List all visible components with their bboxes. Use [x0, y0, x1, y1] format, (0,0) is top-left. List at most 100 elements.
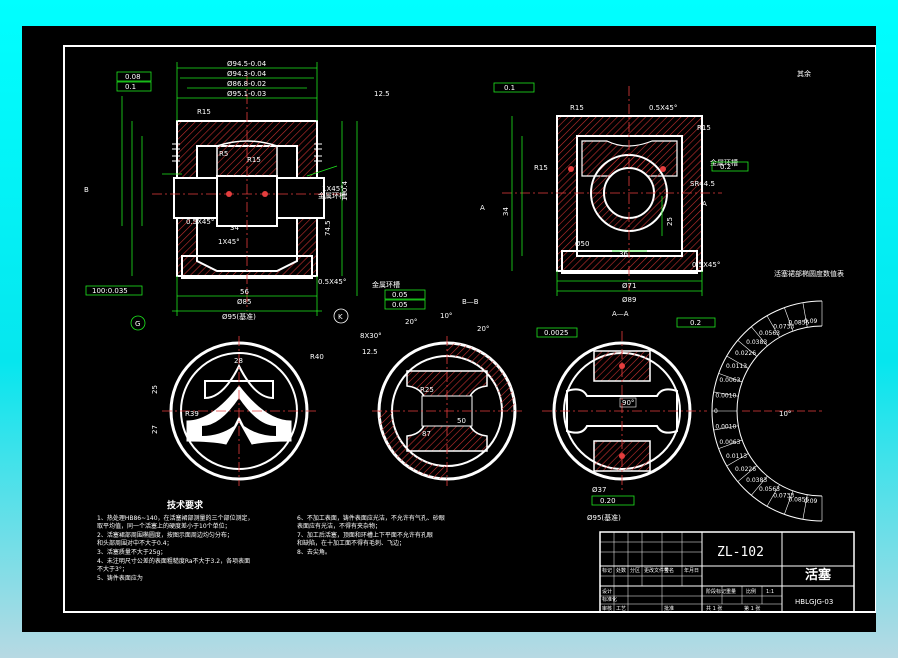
note-7: 不大于3°； [97, 565, 128, 573]
tb-r6: 年月日 [684, 567, 699, 574]
ellipse-scale-label: 0.0226 [735, 350, 756, 357]
dim-r15-side-left: R15 [534, 164, 548, 172]
dim-r24: R15 [247, 156, 261, 164]
section-a-left: A [480, 204, 485, 212]
dim-34-side: 34 [502, 207, 510, 216]
datum-g: G [135, 320, 140, 328]
dim-95b: Ø95(基准) [587, 513, 621, 522]
tol-b: 0.2 [720, 163, 731, 171]
dim-ch-left: 0.5X45° [186, 218, 214, 226]
datum-k: K [338, 313, 343, 321]
ellipse-title: 活塞裙部椭圆度数值表 [774, 269, 844, 278]
tol-e: 0.05 [392, 291, 408, 299]
ellipse-scale-label: 0.09 [804, 498, 818, 505]
tb-h2: 重量 [726, 588, 736, 595]
dim-ang10: 10° [440, 312, 452, 320]
dim-r5: R5 [219, 150, 228, 158]
note-10: 表面应有光洁，不得有夹杂物； [297, 522, 381, 530]
ellipse-scale-label: 0.0383 [746, 339, 767, 346]
section-a-right: A [702, 200, 707, 208]
dim-top-4: Ø95.1-0.03 [227, 90, 266, 98]
dim-25: 25 [666, 217, 674, 226]
front-section-view [152, 76, 342, 311]
part-name: 活塞 [805, 567, 832, 583]
tb-r2: 处数 [616, 567, 626, 574]
note-5: 3、活塞质量不大于25g； [97, 548, 166, 556]
section-b-left: B [84, 186, 89, 194]
tol-left-2: 0.1 [125, 83, 136, 91]
ellipse-scale-labels: 0.090.08550.07330.05630.03830.02260.0113… [714, 318, 818, 505]
dim-sr: SR44.5 [690, 180, 715, 188]
dim-ch-1x45: 1X45° [218, 238, 240, 246]
tol-left-1: 0.08 [125, 73, 141, 81]
dim-top-3: Ø86.8-0.02 [227, 80, 266, 88]
drawing-code: ZL-102 [717, 545, 764, 560]
dim-125: 12.5 [362, 348, 378, 356]
dim-745: 74.5 [324, 220, 332, 236]
dim-ch-05b: 0.5X45° [318, 278, 346, 286]
section-aa-title: A—A [612, 310, 629, 318]
tb-r9: 审核 [602, 605, 612, 612]
side-section-view [502, 86, 722, 291]
sheet-index: 第 1 张 [744, 605, 760, 612]
dim-28: 28 [234, 357, 243, 365]
drawing-sheet: Ø94.5-0.04 Ø94.3-0.04 Ø86.8-0.02 Ø95.1-0… [22, 26, 876, 632]
sheet-total: 共 1 张 [706, 605, 722, 612]
tb-h3: 比例 [746, 588, 756, 595]
dim-1104: 110.4 [341, 180, 349, 201]
tol-a: 0.1 [504, 84, 515, 92]
dim-50b: 50 [457, 417, 466, 425]
dim-top-1: Ø94.5-0.04 [227, 60, 267, 68]
dim-37: Ø37 [592, 486, 606, 494]
tol-f: 0.05 [392, 301, 408, 309]
dim-36: 36 [619, 250, 628, 258]
tb-r11: 批准 [664, 605, 674, 612]
ring-label-2: 金属环槽 [372, 280, 400, 289]
ellipse-scale-label: 0 [714, 408, 718, 415]
ellipse-scale-label: 0.0563 [759, 330, 780, 337]
notes-title: 技术要求 [167, 499, 204, 511]
note-11: 7、加工后活塞，顶面和环槽上下平面不允许有孔眼 [297, 531, 433, 539]
dim-50: Ø50 [575, 240, 589, 248]
dim-rough: 12.5 [374, 90, 390, 98]
dim-25b: 25 [151, 385, 159, 394]
technical-notes: 技术要求 1、热处理HB86~140，在活塞裙部测量的三个部位测定， 取平均值，… [97, 499, 445, 582]
ellipse-scale-label: 0.0383 [746, 477, 767, 484]
tol-c: 0.0025 [544, 329, 569, 337]
tb-r3: 分区 [630, 567, 640, 574]
dim-r15-side: R15 [697, 124, 711, 132]
note-13: 8、去尖角。 [297, 548, 331, 556]
dim-8x30: 8X30° [360, 332, 382, 340]
ellipse-scale-label: 0.0010 [715, 392, 736, 399]
view-bb [372, 336, 522, 486]
tb-h1: 阶段标记 [706, 588, 726, 595]
note-12: 和缺陷，在十加工面不得有毛刺、飞边； [297, 539, 405, 547]
dim-87: 87 [422, 430, 431, 438]
scale: 1:1 [766, 589, 774, 595]
title-block: ZL-102 活塞 HBLGJG-03 1:1 共 1 张 第 1 张 阶段标记… [599, 531, 855, 613]
dim-71: Ø71 [622, 282, 636, 290]
drawing-number: HBLGJG-03 [795, 598, 833, 606]
tb-r1: 标记 [602, 567, 612, 574]
ellipse-scale-label: 0.0010 [715, 424, 736, 431]
roughness-note: 其余 [797, 69, 811, 78]
dim-90: 90° [622, 399, 634, 407]
dim-ang20b: 20° [477, 325, 489, 333]
dim-89: Ø89 [622, 296, 636, 304]
dim-r40: R40 [310, 353, 324, 361]
engineering-drawing: Ø94.5-0.04 Ø94.3-0.04 Ø86.8-0.02 Ø95.1-0… [63, 45, 876, 613]
ellipse-scale-label: 0.0063 [719, 377, 740, 384]
note-3: 2、活塞裙部周围椭圆度，按图示面周边均匀分布； [97, 531, 233, 539]
ellipse-scale-label: 0.0226 [735, 466, 756, 473]
dim-ch-right: 0.5X45° [649, 104, 677, 112]
dim-top-2: Ø94.3-0.04 [227, 70, 267, 78]
dim-r15: R15 [197, 108, 211, 116]
tol-g: 0.20 [600, 497, 616, 505]
tb-r8: 标准化 [602, 596, 617, 603]
dim-27: 27 [151, 425, 159, 434]
ellipse-scale-label: 0.0113 [726, 453, 747, 460]
dim-r15b: R15 [570, 104, 584, 112]
dim-r25: R25 [420, 386, 434, 394]
tb-r10: 工艺 [616, 606, 626, 612]
dim-34: 34 [230, 224, 239, 232]
